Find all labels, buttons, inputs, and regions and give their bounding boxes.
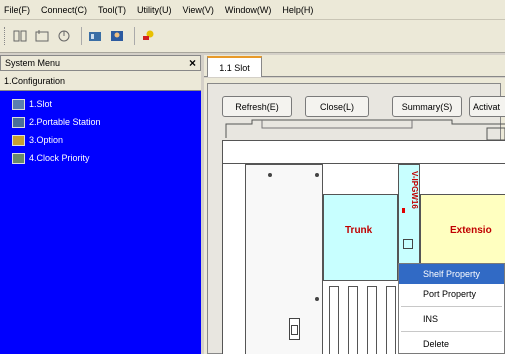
menu-item-port-property[interactable]: Port Property [399,284,504,304]
empty-slot[interactable] [367,286,377,354]
close-button[interactable]: Close(L) [305,96,369,117]
menu-bar: File(F) Connect(C) Tool(T) Utility(U) Vi… [0,0,505,20]
tree-item-option[interactable]: 3.Option [0,131,201,149]
tree-item-portable-station[interactable]: 2.Portable Station [0,113,201,131]
system-menu-panel: System Menu × 1.Configuration 1.Slot 2.P… [0,55,201,354]
screw-icon [315,173,319,177]
menu-item-shelf-property[interactable]: Shelf Property [399,264,504,284]
screw-icon [315,297,319,301]
power-switch-toggle [291,325,298,335]
menu-help[interactable]: Help(H) [282,5,313,15]
configuration-tree: 1.Slot 2.Portable Station 3.Option 4.Clo… [0,91,201,167]
tab-strip: 1.1 Slot [204,55,505,77]
trunk-slot[interactable] [323,194,398,281]
tree-item-label: 4.Clock Priority [29,153,90,163]
option-icon [12,134,25,146]
portable-station-icon [12,116,25,128]
tree-item-label: 2.Portable Station [29,117,101,127]
user-icon[interactable] [108,27,126,45]
menu-separator [401,331,502,332]
close-icon[interactable]: × [189,56,196,70]
shelf-top-lip [323,155,505,164]
empty-slot[interactable] [348,286,358,354]
power-supply-unit[interactable] [245,164,323,354]
key-icon[interactable] [139,27,157,45]
menu-utility[interactable]: Utility(U) [137,5,172,15]
system-menu-header: System Menu × [0,55,201,71]
menu-file[interactable]: File(F) [4,5,30,15]
empty-slot[interactable] [329,286,339,354]
slot-icon [12,98,25,110]
toolbar-separator [134,27,135,45]
refresh-button[interactable]: Refresh(E) [222,96,292,117]
toolbar [0,20,505,53]
refresh-config-icon[interactable] [55,27,73,45]
menu-window[interactable]: Window(W) [225,5,272,15]
context-menu: Shelf Property Port Property INS Delete [398,263,505,354]
menu-tool[interactable]: Tool(T) [98,5,126,15]
ipgw-led [402,208,405,213]
summary-button[interactable]: Summary(S) [392,96,462,117]
disconnect-icon[interactable] [33,27,51,45]
system-menu-title: System Menu [5,58,61,68]
clock-priority-icon [12,152,25,164]
tree-item-slot[interactable]: 1.Slot [0,95,201,113]
module-icon[interactable] [86,27,104,45]
menu-item-ins[interactable]: INS [399,309,504,329]
cabinet-outline [225,119,505,140]
tab-slot[interactable]: 1.1 Slot [207,56,262,77]
menu-connect[interactable]: Connect(C) [41,5,87,15]
toolbar-separator [81,27,82,45]
connect-icon[interactable] [11,27,29,45]
tree-item-clock-priority[interactable]: 4.Clock Priority [0,149,201,167]
screw-icon [268,173,272,177]
toolbar-grip [4,27,7,45]
ipgw-port [403,239,413,249]
menu-separator [401,306,502,307]
menu-item-delete[interactable]: Delete [399,334,504,354]
empty-slot[interactable] [386,286,396,354]
tree-item-label: 1.Slot [29,99,53,109]
extension-label: Extensio [450,225,492,236]
tab-label: 1.1 Slot [219,62,250,73]
configuration-section[interactable]: 1.Configuration [0,71,201,91]
trunk-label: Trunk [345,225,373,236]
activate-button[interactable]: Activat [469,96,505,117]
menu-view[interactable]: View(V) [183,5,214,15]
ipgw-card-label: V-IPGW16 [410,171,419,209]
configuration-label: 1.Configuration [4,75,66,86]
tree-item-label: 3.Option [29,135,64,145]
